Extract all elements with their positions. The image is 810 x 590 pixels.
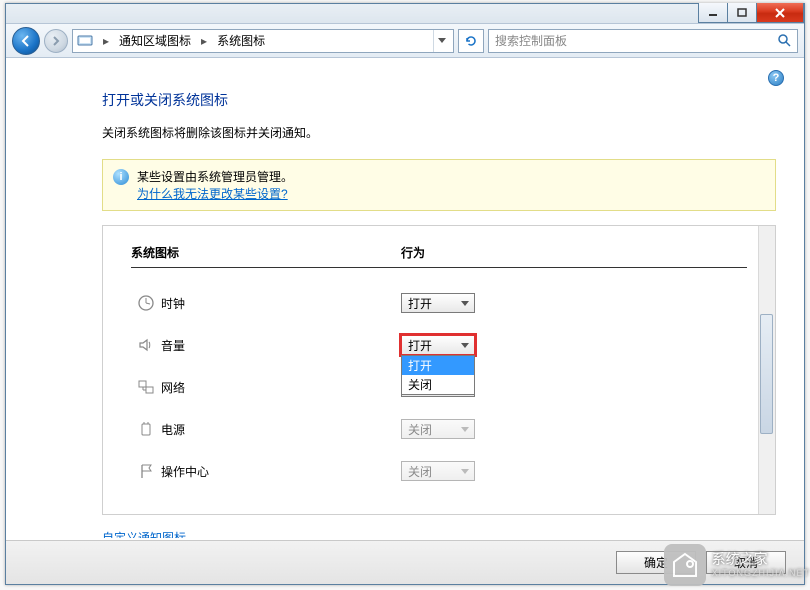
combo-volume-dropdown: 打开 关闭: [401, 355, 475, 395]
address-dropdown-icon[interactable]: [433, 30, 449, 52]
content-area: ? 打开或关闭系统图标 关闭系统图标将删除该图标并关闭通知。 i 某些设置由系统…: [14, 62, 796, 538]
info-icon: i: [113, 169, 129, 185]
row-action-center: 操作中心 关闭: [131, 450, 747, 492]
column-header-action: 行为: [401, 244, 425, 261]
power-icon: [131, 420, 161, 438]
info-link[interactable]: 为什么我无法更改某些设置?: [137, 187, 288, 201]
scrollbar[interactable]: [758, 226, 775, 514]
row-label: 操作中心: [161, 463, 401, 480]
dropdown-option-off[interactable]: 关闭: [402, 375, 474, 394]
settings-panel: 系统图标 行为 时钟 打开: [102, 225, 776, 515]
address-bar[interactable]: ▸ 通知区域图标 ▸ 系统图标: [72, 29, 454, 53]
info-line: 某些设置由系统管理员管理。: [137, 168, 293, 185]
forward-button[interactable]: [44, 29, 68, 53]
footer: 确定 取消: [6, 540, 804, 584]
row-label: 音量: [161, 337, 401, 354]
breadcrumb-level1[interactable]: 通知区域图标: [119, 32, 191, 49]
combo-volume[interactable]: 打开 打开 关闭: [401, 335, 475, 355]
page-title: 打开或关闭系统图标: [102, 90, 776, 110]
close-button[interactable]: [756, 3, 804, 23]
search-icon: [777, 33, 791, 50]
maximize-button[interactable]: [727, 3, 757, 23]
help-icon[interactable]: ?: [768, 70, 784, 86]
chevron-down-icon: [457, 464, 472, 478]
refresh-button[interactable]: [458, 29, 484, 53]
info-banner: i 某些设置由系统管理员管理。 为什么我无法更改某些设置?: [102, 159, 776, 211]
row-label: 网络: [161, 379, 401, 396]
clock-icon: [131, 294, 161, 312]
scrollbar-thumb[interactable]: [760, 314, 773, 434]
cancel-button[interactable]: 取消: [706, 551, 786, 574]
page-description: 关闭系统图标将删除该图标并关闭通知。: [102, 124, 776, 141]
chevron-down-icon: [457, 422, 472, 436]
volume-icon: [131, 336, 161, 354]
control-panel-icon: [77, 33, 93, 49]
chevron-down-icon: [457, 338, 472, 352]
chevron-right-icon: ▸: [195, 34, 213, 48]
flag-icon: [131, 462, 161, 480]
combo-action-center: 关闭: [401, 461, 475, 481]
chevron-right-icon: ▸: [97, 34, 115, 48]
search-placeholder: 搜索控制面板: [495, 32, 567, 49]
titlebar: [6, 4, 804, 24]
minimize-button[interactable]: [698, 3, 728, 23]
chevron-down-icon: [457, 296, 472, 310]
row-label: 时钟: [161, 295, 401, 312]
row-power: 电源 关闭: [131, 408, 747, 450]
dropdown-option-on[interactable]: 打开: [402, 356, 474, 375]
row-label: 电源: [161, 421, 401, 438]
window-frame: ▸ 通知区域图标 ▸ 系统图标 搜索控制面板 ? 打开或关闭系统图标 关闭系统图…: [5, 3, 805, 585]
ok-button[interactable]: 确定: [616, 551, 696, 574]
row-volume: 音量 打开 打开 关闭: [131, 324, 747, 366]
link-customize[interactable]: 自定义通知图标: [102, 529, 776, 538]
network-icon: [131, 378, 161, 396]
combo-clock[interactable]: 打开: [401, 293, 475, 313]
row-clock: 时钟 打开: [131, 282, 747, 324]
column-header-icon: 系统图标: [131, 244, 401, 261]
combo-power: 关闭: [401, 419, 475, 439]
navbar: ▸ 通知区域图标 ▸ 系统图标 搜索控制面板: [6, 24, 804, 58]
breadcrumb-level2[interactable]: 系统图标: [217, 32, 265, 49]
back-button[interactable]: [12, 27, 40, 55]
search-input[interactable]: 搜索控制面板: [488, 29, 798, 53]
